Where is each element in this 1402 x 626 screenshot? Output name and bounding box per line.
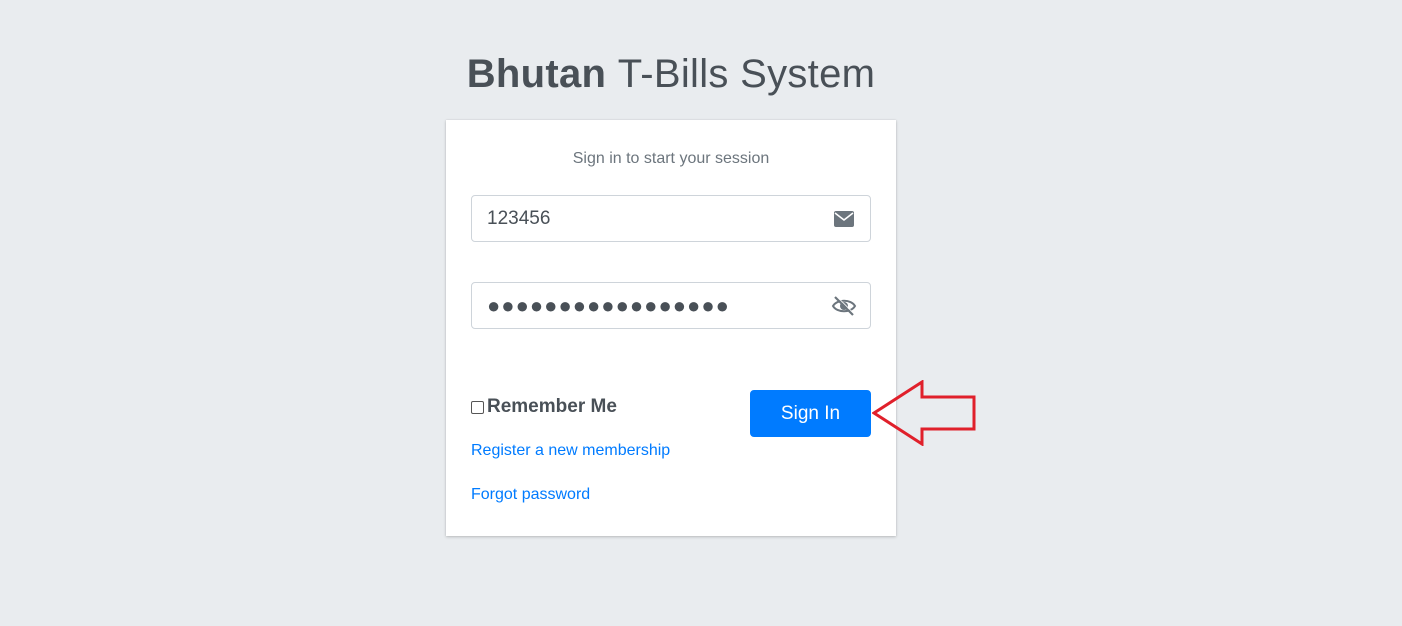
- email-field-group: [471, 195, 871, 242]
- login-card: Sign in to start your session Remember M…: [446, 120, 896, 536]
- envelope-icon: [831, 207, 857, 231]
- red-arrow-annotation-icon: [872, 380, 976, 446]
- eye-slash-icon[interactable]: [831, 294, 857, 318]
- remember-me-label: Remember Me: [487, 396, 617, 417]
- login-box-message: Sign in to start your session: [572, 150, 770, 167]
- logo-light-text: T-Bills System: [617, 52, 876, 96]
- remember-me-checkbox[interactable]: [471, 400, 484, 414]
- email-input[interactable]: [472, 196, 817, 241]
- sign-in-button[interactable]: Sign In: [750, 390, 871, 437]
- remember-me-control[interactable]: Remember Me: [471, 396, 617, 418]
- app-logo: Bhutan T-Bills System: [446, 48, 896, 100]
- logo-strong-text: Bhutan: [466, 52, 607, 96]
- password-field-group: [471, 282, 871, 329]
- register-membership-link[interactable]: Register a new membership: [471, 442, 670, 460]
- forgot-password-link[interactable]: Forgot password: [471, 486, 590, 504]
- password-input[interactable]: [472, 283, 817, 328]
